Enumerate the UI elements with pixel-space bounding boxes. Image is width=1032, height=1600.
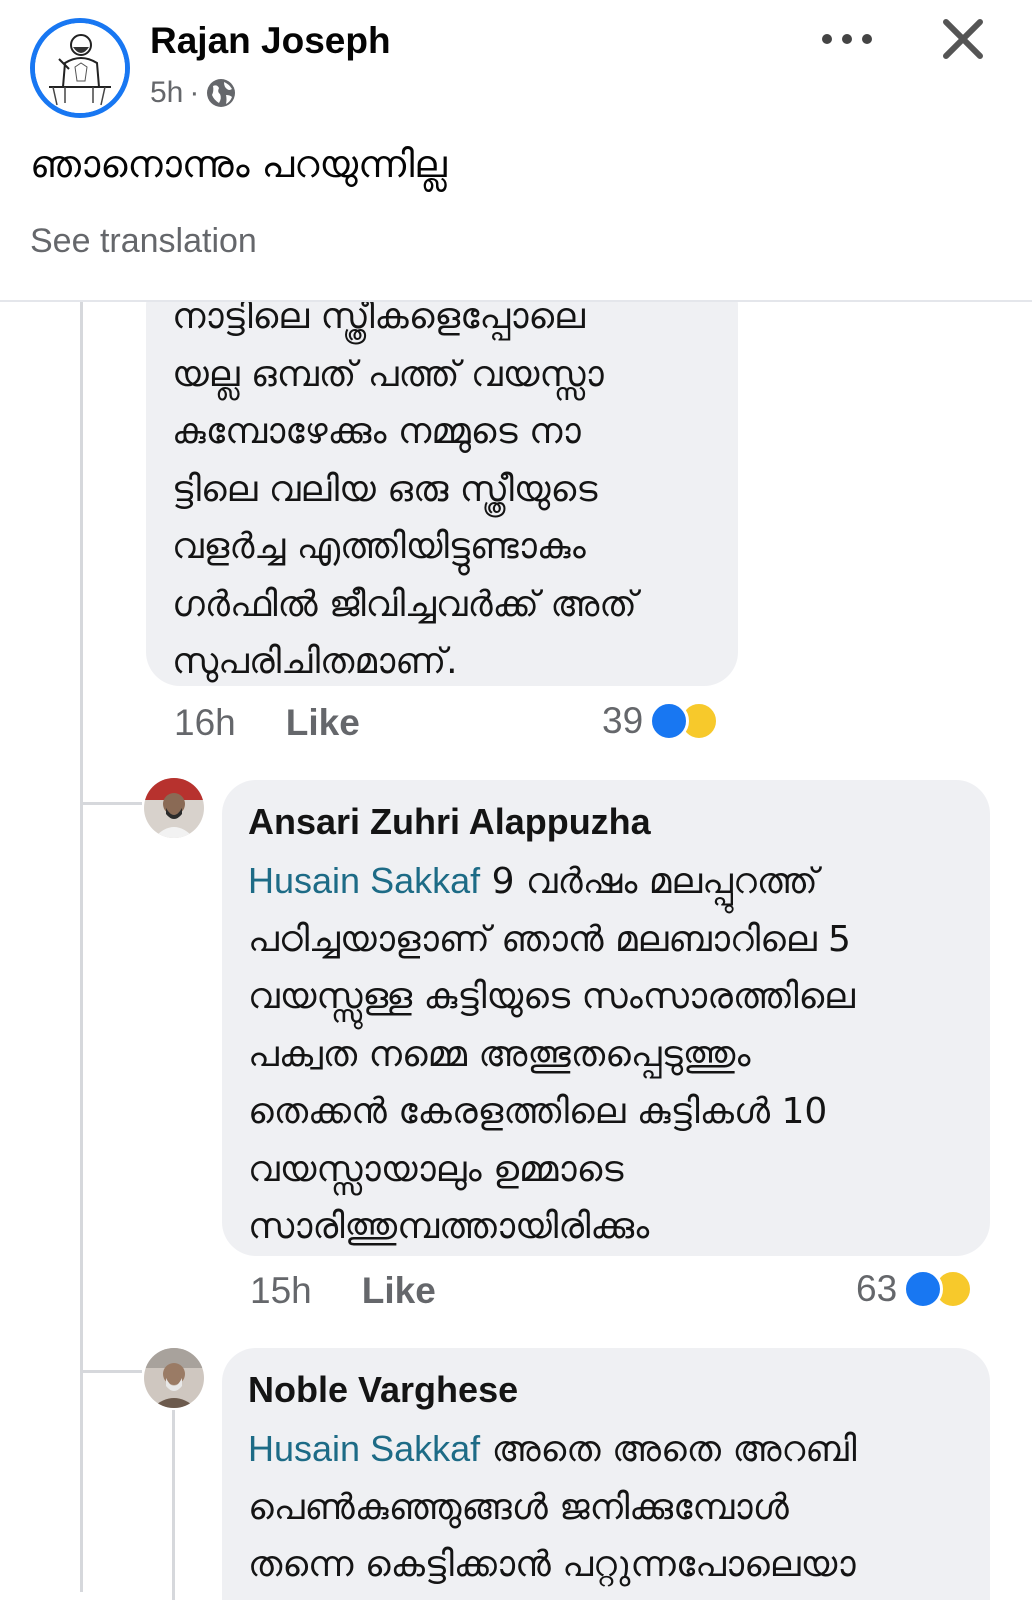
- see-translation-link[interactable]: See translation: [30, 222, 257, 261]
- comment-line: കുമ്പോഴേക്കും നമ്മുടെ നാ: [172, 411, 581, 452]
- comment-bubble: Ansari Zuhri Alappuzha Husain Sakkaf 9 വ…: [222, 780, 990, 1256]
- comments-screenshot: നാട്ടിലെ സ്ത്രീകളെപ്പോലെ യല്ല ഒമ്പത് പത്…: [0, 302, 1032, 1600]
- post-time[interactable]: 5h: [150, 76, 183, 110]
- like-reaction-icon: [903, 1269, 944, 1309]
- comment-line: തന്നെ കെട്ടിക്കാൻ പറ്റുന്നപോലെയാ: [248, 1544, 856, 1585]
- commenter-photo: [144, 1348, 204, 1408]
- comment-line: വയസ്സുള്ള കുട്ടിയുടെ സംസാരത്തിലെ: [248, 976, 855, 1017]
- reaction-count: 63: [856, 1268, 898, 1309]
- close-icon[interactable]: [940, 16, 986, 62]
- comment-line: യല്ല ഒമ്പത് പത്ത് വയസ്സാ: [172, 353, 604, 395]
- post-header: Rajan Joseph 5h · ഞാനൊന്നും പറയുന്നില്ല …: [0, 0, 1032, 305]
- thread-line-reply: [172, 1410, 175, 1600]
- comment-bubble: നാട്ടിലെ സ്ത്രീകളെപ്പോലെ യല്ല ഒമ്പത് പത്…: [146, 302, 738, 686]
- commenter-avatar[interactable]: [144, 1348, 204, 1408]
- comment-line-rest: അതെ അതെ അറബി: [480, 1429, 857, 1470]
- post-meta: 5h ·: [150, 76, 237, 110]
- commenter-name[interactable]: Ansari Zuhri Alappuzha: [248, 800, 855, 844]
- comment-line: പെൺകുഞ്ഞുങ്ങൾ ജനിക്കുമ്പോൾ: [248, 1486, 789, 1528]
- more-dot: [822, 34, 832, 44]
- comment-actions: 16h Like: [174, 702, 360, 744]
- more-dot: [862, 34, 872, 44]
- thread-line: [80, 302, 83, 1592]
- comment-time[interactable]: 15h: [250, 1270, 312, 1312]
- thread-connector: [80, 802, 142, 805]
- comment-line: തെക്കൻ കേരളത്തിലെ കുട്ടികൾ 10: [248, 1091, 828, 1132]
- comment-bubble: Noble Varghese Husain Sakkaf അതെ അതെ അറബ…: [222, 1348, 990, 1600]
- mention-link[interactable]: Husain Sakkaf: [248, 1428, 480, 1469]
- author-avatar-illustration: [35, 23, 125, 113]
- facebook-post-view: Rajan Joseph 5h · ഞാനൊന്നും പറയുന്നില്ല …: [0, 0, 1032, 1600]
- like-reaction-icon: [649, 701, 690, 741]
- reactions-summary[interactable]: 39: [602, 700, 720, 742]
- comment-time[interactable]: 16h: [174, 702, 236, 744]
- author-avatar[interactable]: [30, 18, 130, 118]
- globe-icon: [207, 79, 236, 107]
- mention-link[interactable]: Husain Sakkaf: [248, 860, 480, 901]
- comment-line: ട്ടിലെ വലിയ ഒരു സ്ത്രീയുടെ: [172, 468, 598, 510]
- thread-connector: [80, 1370, 142, 1373]
- commenter-name[interactable]: Noble Varghese: [248, 1368, 856, 1412]
- more-options-icon[interactable]: [822, 24, 872, 54]
- commenter-avatar[interactable]: [144, 778, 204, 838]
- comment-line: സുപരിചിതമാണ്.: [172, 641, 458, 682]
- comment-body: നാട്ടിലെ സ്ത്രീകളെപ്പോലെ യല്ല ഒമ്പത് പത്…: [172, 302, 637, 686]
- post-text: ഞാനൊന്നും പറയുന്നില്ല: [30, 142, 447, 186]
- comment-line: പഠിച്ചയാളാണ് ഞാൻ മലബാറിലെ 5: [248, 918, 851, 960]
- comment-first-line: Husain Sakkaf 9 വർഷം മലപ്പുറത്ത്: [248, 852, 855, 911]
- comment-line: ഗർഫിൽ ജീവിച്ചവർക്ക് അത്: [172, 583, 637, 625]
- reactions-summary[interactable]: 63: [856, 1268, 974, 1310]
- comment-line: വളർച്ച എത്തിയിട്ടുണ്ടാകും: [172, 526, 586, 567]
- comment-first-line: Husain Sakkaf അതെ അതെ അറബി: [248, 1420, 856, 1479]
- meta-separator: ·: [189, 76, 200, 109]
- author-name[interactable]: Rajan Joseph: [150, 20, 391, 62]
- commenter-photo: [144, 778, 204, 838]
- comment-actions: 15h Like: [250, 1270, 436, 1312]
- comment-body: Ansari Zuhri Alappuzha Husain Sakkaf 9 വ…: [248, 800, 855, 1256]
- comment-line: സാരിത്തുമ്പത്തായിരിക്കും: [248, 1206, 650, 1247]
- comment-line: വയസ്സായാലും ഉമ്മാടെ: [248, 1148, 624, 1190]
- comment-line: നാട്ടിലെ സ്ത്രീകളെപ്പോലെ: [172, 302, 585, 337]
- like-button[interactable]: Like: [286, 702, 360, 744]
- reaction-count: 39: [602, 700, 644, 741]
- comment-line-rest: 9 വർഷം മലപ്പുറത്ത്: [480, 861, 818, 902]
- comment-line: പക്വത നമ്മെ അത്ഭുതപ്പെടുത്തും: [248, 1033, 751, 1075]
- comment-body: Noble Varghese Husain Sakkaf അതെ അതെ അറബ…: [248, 1368, 856, 1594]
- like-button[interactable]: Like: [362, 1270, 436, 1312]
- more-dot: [842, 34, 852, 44]
